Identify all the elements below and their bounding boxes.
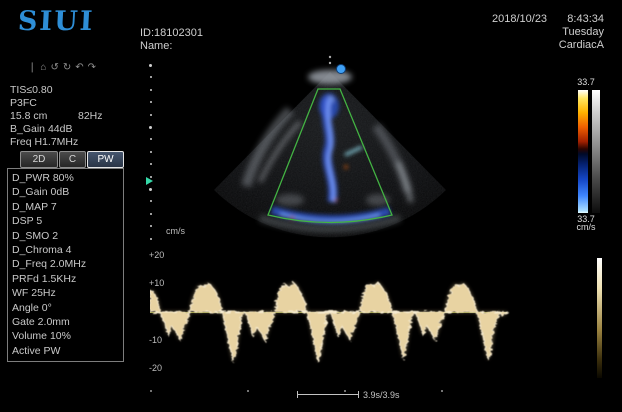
redo-icon[interactable]: ↷: [88, 62, 97, 73]
pw-parameter: D_Gain 0dB: [12, 185, 121, 199]
pw-parameter: PRFd 1.5KHz: [12, 272, 121, 286]
frame-rate: 82Hz: [78, 110, 103, 123]
frequency: Freq H1.7MHz: [10, 136, 78, 149]
colorbar-max: 33.7: [569, 77, 603, 87]
system-weekday: Tuesday: [562, 26, 604, 38]
pw-parameter: DSP 5: [12, 214, 121, 228]
pw-parameter-box: D_PWR 80%D_Gain 0dBD_MAP 7DSP 5D_SMO 2D_…: [7, 168, 124, 362]
pw-parameter: Gate 2.0mm: [12, 315, 121, 329]
system-date: 2018/10/23: [492, 13, 547, 25]
toolbar: ❘ ⌂ ↺ ↻ ↶ ↷: [28, 62, 97, 73]
sweep-scale-tick-right: [358, 391, 359, 398]
timeline-tick: [247, 390, 249, 392]
rotate-ccw-icon[interactable]: ↺: [50, 62, 59, 73]
ultrasound-screen: SIUI ❘ ⌂ ↺ ↻ ↶ ↷ TIS≤0.80 P3FC 15.8 cm 8…: [0, 0, 622, 412]
tab-2d[interactable]: 2D: [20, 151, 58, 168]
pw-parameter: D_Chroma 4: [12, 243, 121, 257]
doppler-colorbar: [578, 90, 588, 213]
probe-orientation-marker: [337, 65, 346, 74]
timeline-tick: [344, 390, 346, 392]
tis-value: TIS≤0.80: [10, 84, 53, 97]
brand-logo: SIUI: [17, 6, 95, 37]
pw-parameter: D_PWR 80%: [12, 171, 121, 185]
grayscale-bar: [592, 90, 600, 213]
probe-name: P3FC: [10, 97, 37, 110]
tab-c[interactable]: C: [59, 151, 86, 168]
pointer-icon[interactable]: ❘: [28, 62, 37, 73]
spectral-gain-bar: [597, 258, 602, 378]
timeline-tick: [150, 390, 152, 392]
bmode-sector-image: [140, 50, 580, 250]
pw-parameter: D_Freq 2.0MHz: [12, 257, 121, 271]
tab-pw[interactable]: PW: [87, 151, 124, 168]
colorbar-unit: cm/s: [569, 222, 603, 232]
pw-parameter: D_SMO 2: [12, 229, 121, 243]
pw-parameter: Active PW: [12, 344, 121, 358]
depth-value: 15.8 cm: [10, 110, 47, 123]
home-icon[interactable]: ⌂: [40, 62, 47, 73]
sweep-scale-line: [297, 394, 358, 395]
pw-spectral-waveform: [150, 240, 510, 390]
spectral-unit: cm/s: [166, 226, 185, 236]
pw-parameter-list: D_PWR 80%D_Gain 0dBD_MAP 7DSP 5D_SMO 2D_…: [12, 171, 121, 358]
pw-parameter: Volume 10%: [12, 329, 121, 343]
b-gain: B_Gain 44dB: [10, 123, 72, 136]
timeline-tick: [441, 390, 443, 392]
system-time: 8:43:34: [567, 13, 604, 25]
sweep-time-label: 3.9s/3.9s: [363, 390, 400, 400]
rotate-cw-icon[interactable]: ↻: [63, 62, 72, 73]
pw-parameter: D_MAP 7: [12, 200, 121, 214]
undo-icon[interactable]: ↶: [75, 62, 84, 73]
patient-id: ID:18102301: [140, 27, 203, 39]
pw-parameter: WF 25Hz: [12, 286, 121, 300]
pw-parameter: Angle 0°: [12, 301, 121, 315]
